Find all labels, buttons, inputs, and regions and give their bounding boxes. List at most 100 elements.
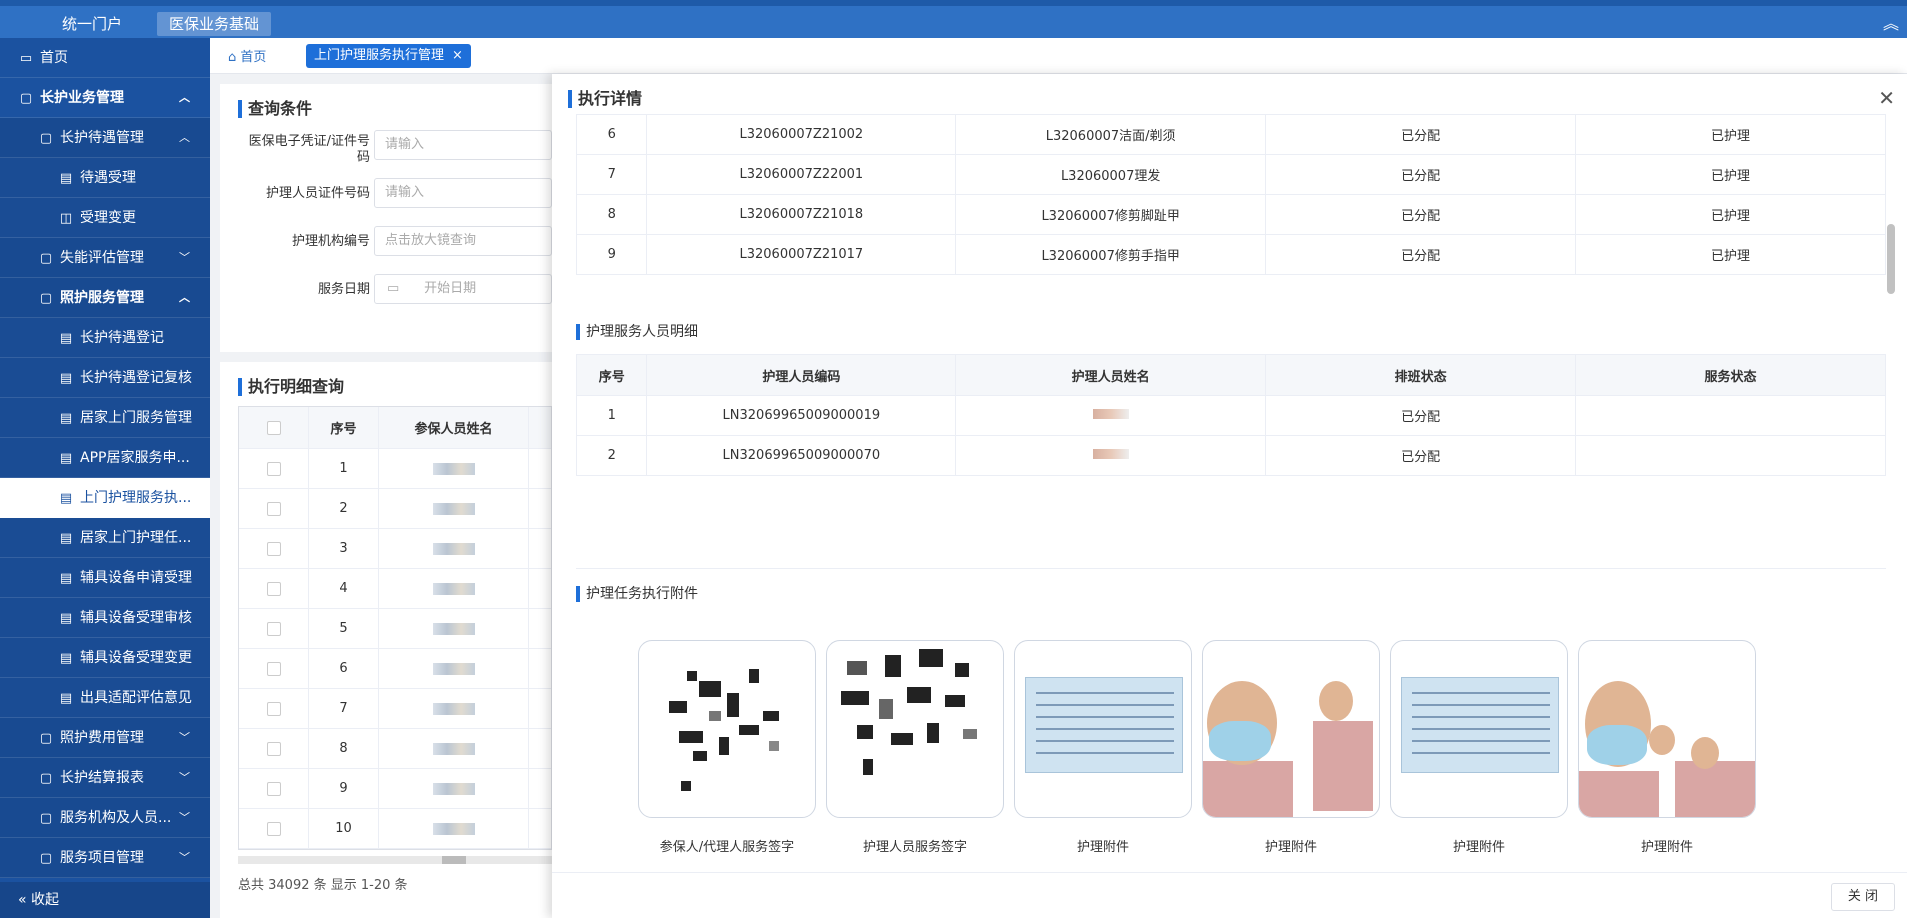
nurse-signature-image <box>826 640 1004 818</box>
table-row[interactable]: 3 <box>239 529 551 569</box>
query-title: 查询条件 <box>238 100 312 118</box>
close-icon[interactable]: × <box>452 48 463 63</box>
sidebar-item[interactable]: ▤ 上门护理服务执... <box>0 478 210 518</box>
row-checkbox[interactable] <box>266 461 281 476</box>
sidebar-item[interactable]: ▢ 长护结算报表 ﹀ <box>0 758 210 798</box>
table-row[interactable]: 2 LN32069965009000070 已分配 <box>575 435 1886 476</box>
attachment-item[interactable]: 护理附件 <box>1578 640 1756 855</box>
attachment-caption: 护理附件 <box>1264 840 1317 855</box>
close-button[interactable]: 关 闭 <box>1830 883 1895 911</box>
select-all-checkbox[interactable] <box>266 420 281 435</box>
doc-icon: ▤ <box>59 531 73 546</box>
sidebar-item[interactable]: ▢ 照护服务管理 ︿ <box>0 278 210 318</box>
attachment-item[interactable]: 护理附件 <box>1202 640 1380 855</box>
doc-icon: ▤ <box>59 371 73 386</box>
detail-drawer: 执行详情 ✕ 6 L32060007Z21002 L32060007洁面/剃须 已分配… <box>552 74 1907 918</box>
sidebar-item[interactable]: ▤ 长护待遇登记复核 <box>0 358 210 398</box>
folder-icon: ▢ <box>39 771 53 786</box>
table-row[interactable]: 2 <box>239 489 551 529</box>
sidebar-item[interactable]: ▢ 长护业务管理 ︿ <box>0 78 210 118</box>
row-checkbox[interactable] <box>266 661 281 676</box>
sidebar-item-label: 服务机构及人员... <box>60 810 172 826</box>
sidebar-item-label: 辅具设备受理变更 <box>80 650 192 666</box>
id-number-input[interactable]: 请输入 <box>374 130 552 160</box>
table-row[interactable]: 5 <box>239 609 551 649</box>
sidebar-item[interactable]: ▢ 长护待遇管理 ︿ <box>0 118 210 158</box>
cell-name: L32060007修剪脚趾甲 <box>955 194 1267 235</box>
close-icon[interactable]: ✕ <box>1878 86 1895 110</box>
horizontal-scrollbar[interactable] <box>238 856 552 864</box>
divider <box>576 568 1886 569</box>
sidebar-item[interactable]: ▤ 辅具设备受理审核 <box>0 598 210 638</box>
sidebar-item[interactable]: ▭ 首页 <box>0 38 210 78</box>
system-medical-insurance[interactable]: 医保业务基础 <box>157 12 272 36</box>
folder-icon: ▢ <box>19 91 33 106</box>
sidebar-item[interactable]: ▤ 出具适配评估意见 <box>0 678 210 718</box>
table-row[interactable]: 8 L32060007Z21018 L32060007修剪脚趾甲 已分配 已护理 <box>575 194 1886 235</box>
sidebar-item[interactable]: ▢ 照护费用管理 ﹀ <box>0 718 210 758</box>
tab-active[interactable]: 上门护理服务执行管理 × <box>306 44 471 68</box>
sidebar-item[interactable]: ▤ 长护待遇登记 <box>0 318 210 358</box>
chevron-icon: ﹀ <box>179 251 190 264</box>
scroll-thumb[interactable] <box>442 856 466 864</box>
cell-code: L32060007Z22001 <box>646 154 957 195</box>
sidebar-item[interactable]: ▢ 服务机构及人员... ﹀ <box>0 798 210 838</box>
start-date-input[interactable]: ▭ 开始日期 <box>374 274 552 304</box>
chevron-up-icon[interactable]: ︽ <box>1883 10 1899 34</box>
sidebar-item[interactable]: ▤ 居家上门服务管理 <box>0 398 210 438</box>
table-row[interactable]: 1 <box>239 449 551 489</box>
table-row[interactable]: 6 <box>239 649 551 689</box>
attachment-item[interactable]: 参保人/代理人服务签字 <box>638 640 816 855</box>
table-row[interactable]: 7 <box>239 689 551 729</box>
table-row[interactable]: 8 <box>239 729 551 769</box>
sidebar-item[interactable]: ◫ 受理变更 <box>0 198 210 238</box>
header-cell: 服务状态 <box>1575 354 1886 396</box>
header-no: 序号 <box>309 407 379 448</box>
sidebar-item[interactable]: ▤ 居家上门护理任... <box>0 518 210 558</box>
attachment-item[interactable]: 护理附件 <box>1390 640 1568 855</box>
sidebar-item[interactable]: ▢ 失能评估管理 ﹀ <box>0 238 210 278</box>
sidebar-item[interactable]: ▤ APP居家服务申... <box>0 438 210 478</box>
field-label: 服务日期 <box>317 282 370 297</box>
home-icon: ⌂ <box>228 50 237 65</box>
nurse-id-input[interactable]: 请输入 <box>374 178 552 208</box>
table-row[interactable]: 9 <box>239 769 551 809</box>
sidebar-item[interactable]: ▤ 辅具设备受理变更 <box>0 638 210 678</box>
row-checkbox[interactable] <box>266 701 281 716</box>
tab-home[interactable]: ⌂ 首页 <box>228 46 266 65</box>
sidebar-item[interactable]: ▤ 辅具设备申请受理 <box>0 558 210 598</box>
header-cell: 序号 <box>575 354 648 396</box>
header-cell: 护理人员姓名 <box>955 354 1267 396</box>
monitor-icon: ▭ <box>19 51 33 66</box>
row-checkbox[interactable] <box>266 621 281 636</box>
agency-code-input[interactable]: 点击放大镜查询 <box>374 226 552 256</box>
attachment-item[interactable]: 护理人员服务签字 <box>826 640 1004 855</box>
table-header: 序号 护理人员编码 护理人员姓名 排班状态 服务状态 <box>575 354 1886 396</box>
row-checkbox[interactable] <box>266 781 281 796</box>
redacted-name <box>1092 449 1129 459</box>
row-checkbox[interactable] <box>266 821 281 836</box>
table-row[interactable]: 7 L32060007Z22001 L32060007理发 已分配 已护理 <box>575 154 1886 195</box>
row-no: 1 <box>309 449 379 488</box>
sidebar-collapse-button[interactable]: « 收起 <box>0 882 210 918</box>
row-checkbox[interactable] <box>266 741 281 756</box>
table-row[interactable]: 1 LN32069965009000019 已分配 <box>575 395 1886 436</box>
sidebar-item[interactable]: ▢ 服务项目管理 ﹀ <box>0 838 210 878</box>
sidebar-item-label: 首页 <box>40 50 68 66</box>
table-row[interactable]: 6 L32060007Z21002 L32060007洁面/剃须 已分配 已护理 <box>575 114 1886 155</box>
row-checkbox[interactable] <box>266 541 281 556</box>
sidebar-item[interactable]: ▤ 待遇受理 <box>0 158 210 198</box>
system-unified-portal[interactable]: 统一门户 <box>50 12 134 36</box>
table-row[interactable]: 9 L32060007Z21017 L32060007修剪手指甲 已分配 已护理 <box>575 234 1886 275</box>
attachments: 参保人/代理人服务签字 护理人员服务签字 护理附件 护理附件 护理附件 护理附件 <box>638 640 1838 855</box>
row-checkbox[interactable] <box>266 581 281 596</box>
chevron-icon: ﹀ <box>179 771 190 784</box>
row-no: 2 <box>309 489 379 528</box>
sidebar-item-label: 上门护理服务执... <box>80 490 192 506</box>
attachment-item[interactable]: 护理附件 <box>1014 640 1192 855</box>
table-row[interactable]: 10 <box>239 809 551 849</box>
table-row[interactable]: 4 <box>239 569 551 609</box>
row-checkbox[interactable] <box>266 501 281 516</box>
vertical-scrollbar[interactable] <box>1887 224 1895 294</box>
calendar-icon: ▭ <box>387 281 400 296</box>
